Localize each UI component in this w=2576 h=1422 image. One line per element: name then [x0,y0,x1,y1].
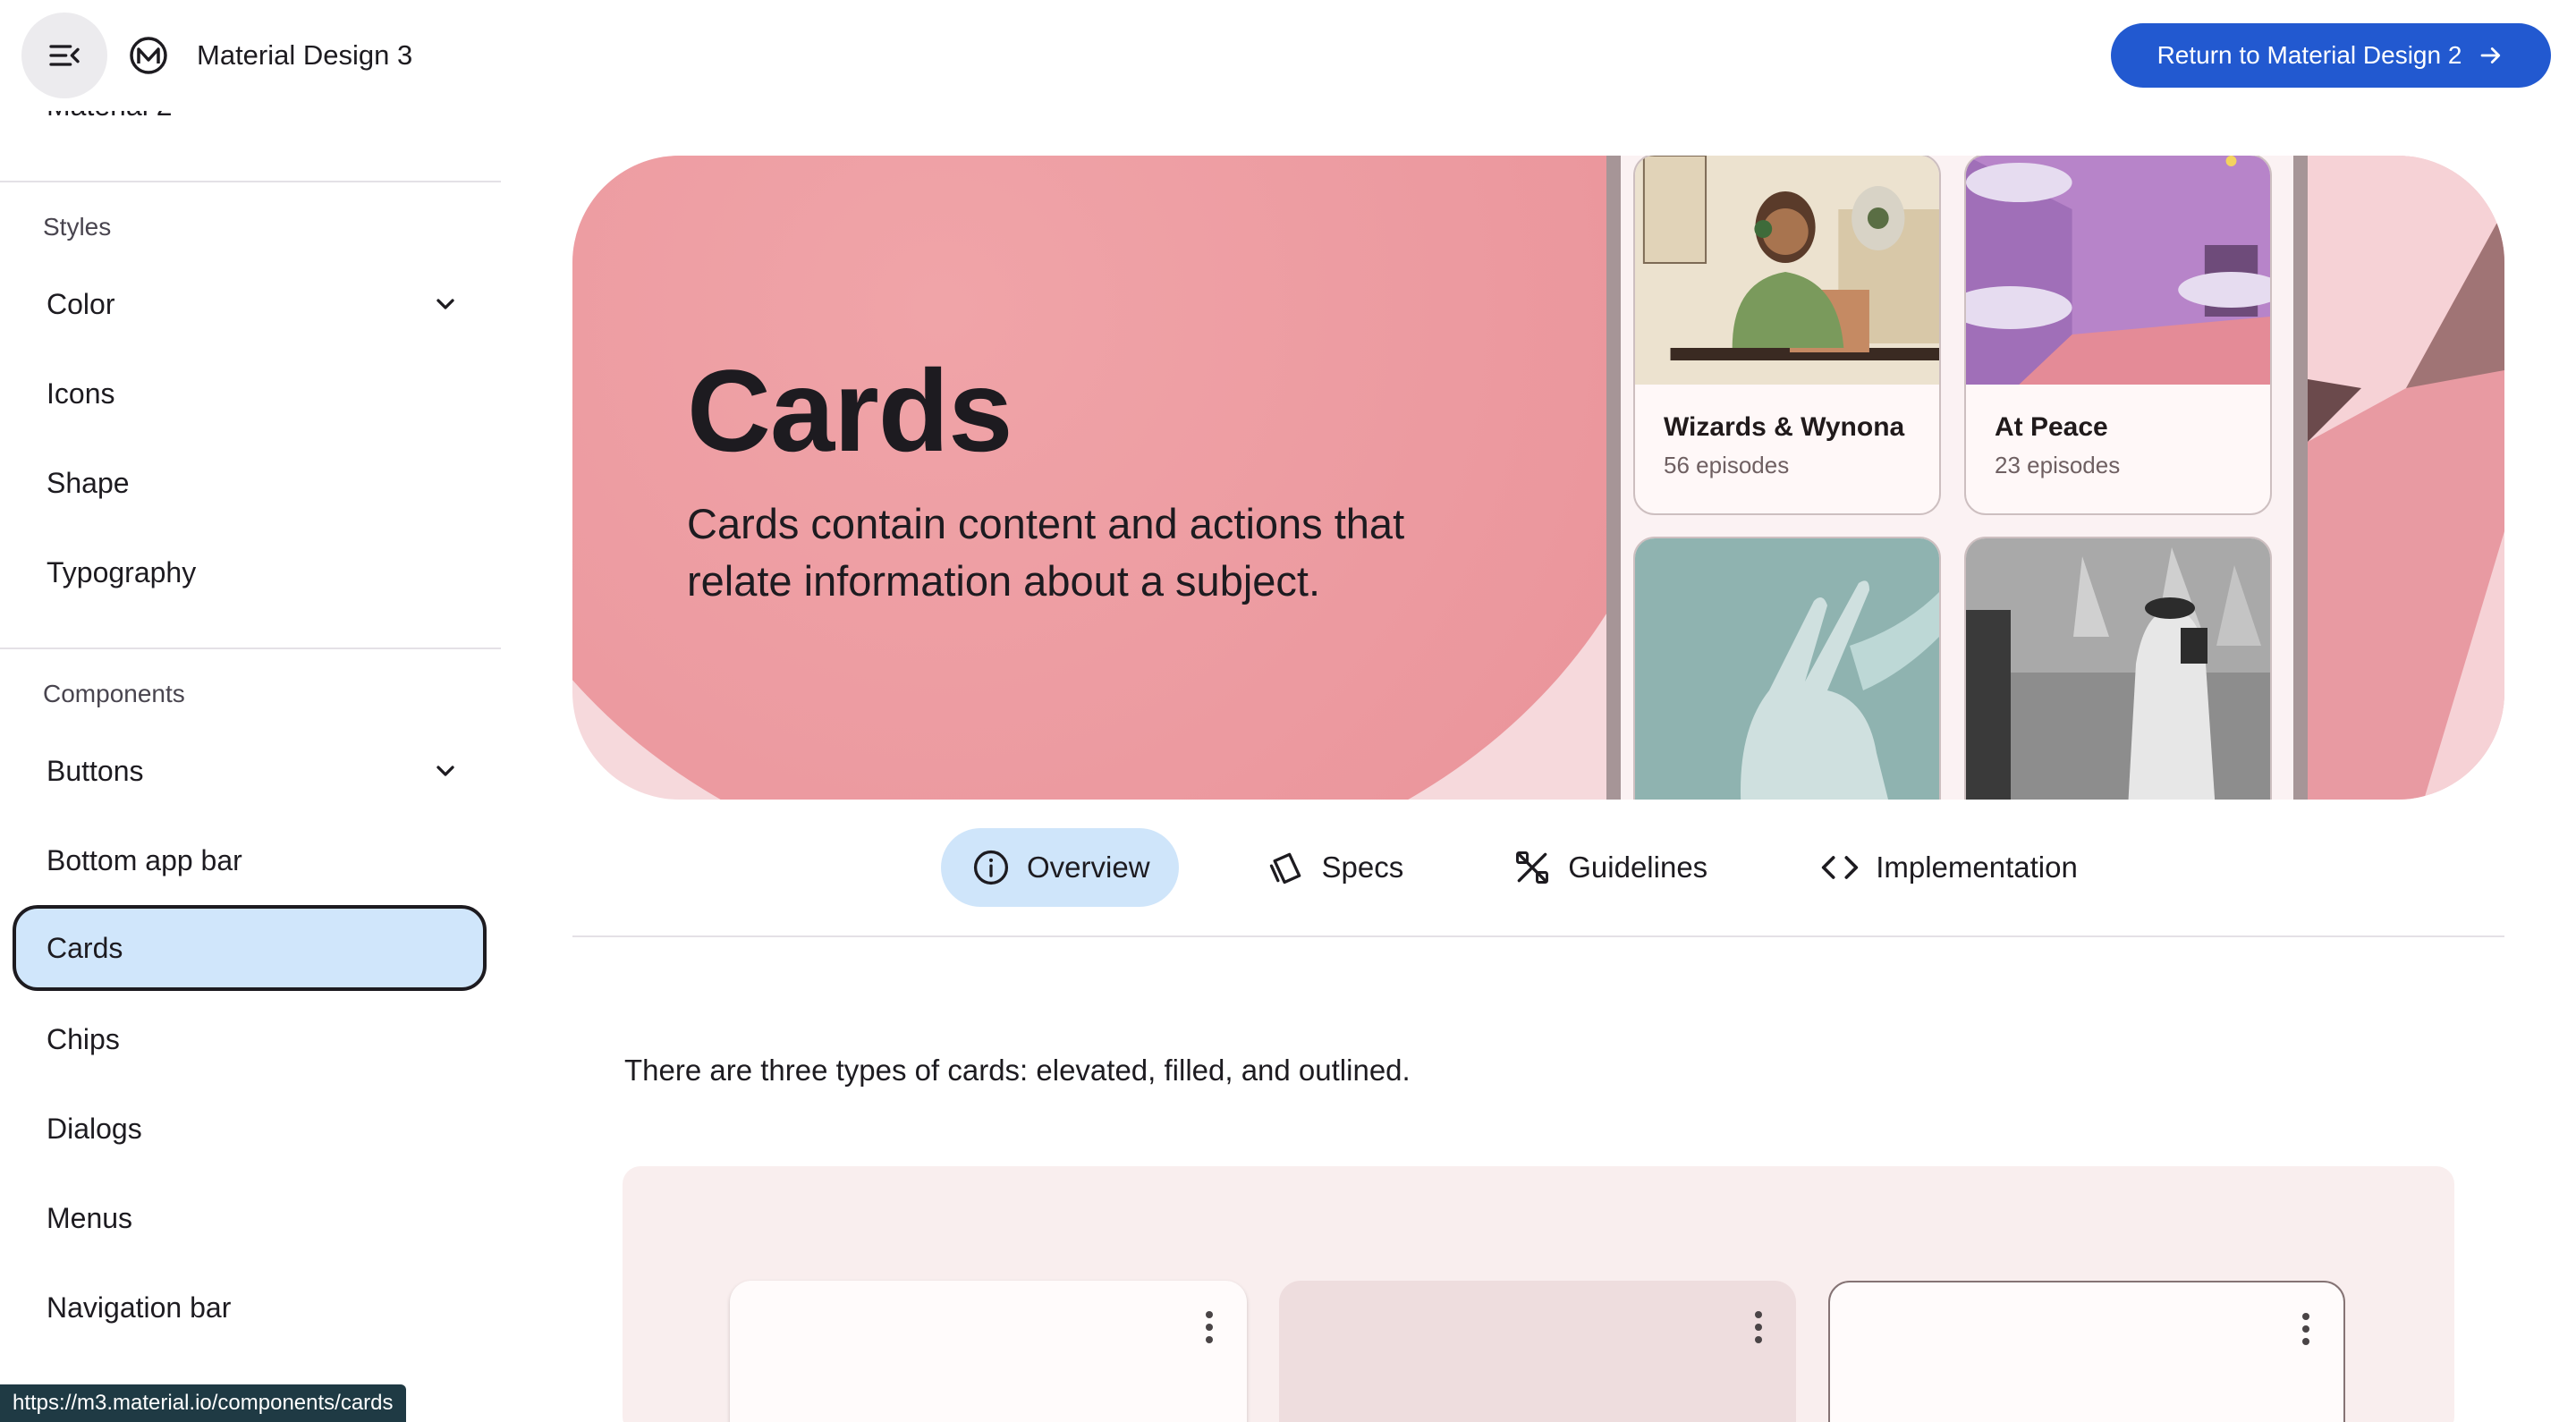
material-logo-icon[interactable] [129,36,168,75]
info-icon [973,850,1009,885]
sidebar-item-bottom-app-bar[interactable]: Bottom app bar [13,817,487,903]
section-label-styles: Styles [43,213,112,241]
hero-blob [572,156,1606,800]
sidebar-item-color[interactable]: Color [13,261,487,347]
top-app-bar: Material Design 3 Return to Material Des… [0,0,2576,111]
card-title: Wizards & Wynona [1664,412,1905,442]
link-status-bar: https://m3.material.io/components/cards [0,1384,406,1422]
sidebar-divider [0,181,501,182]
page-tabs: Overview Specs Guidelines Implementation [941,828,2106,907]
sidebar-item-label: Icons [47,377,115,410]
card-subtitle: 56 episodes [1664,452,1790,478]
sidebar-item-typography[interactable]: Typography [13,529,487,615]
section-label-components: Components [43,680,185,707]
sidebar-item-menus[interactable]: Menus [13,1175,487,1261]
tab-label: Guidelines [1568,851,1708,884]
sidebar-item-icons[interactable]: Icons [13,351,487,436]
tab-specs[interactable]: Specs [1236,828,1433,907]
example-card-wizards: Wizards & Wynona 56 episodes [1633,156,1941,515]
clouds-room-illustration [1966,156,2270,385]
navigation-drawer: Material 2 Styles Color Icons Shape Typo… [0,0,501,1422]
menu-toggle-button[interactable] [21,13,107,98]
tab-label: Overview [1027,851,1150,884]
return-to-md2-button[interactable]: Return to Material Design 2 [2111,23,2551,88]
sidebar-item-shape[interactable]: Shape [13,440,487,526]
sidebar-item-dialogs[interactable]: Dialogs [13,1086,487,1172]
tab-label: Implementation [1876,851,2078,884]
page-description: Cards contain content and actions that r… [687,500,1405,605]
tabs-divider [572,935,2504,937]
tab-guidelines[interactable]: Guidelines [1482,828,1736,907]
sailboats-photo-image [1966,538,2270,800]
sidebar-item-label: Menus [47,1201,133,1234]
podcast-host-illustration [1635,156,1939,385]
chevron-down-icon[interactable] [431,290,460,318]
sidebar-item-label: Navigation bar [47,1291,232,1324]
tab-overview[interactable]: Overview [941,828,1179,907]
sidebar-item-chips[interactable]: Chips [13,996,487,1082]
example-card-at-peace: At Peace 23 episodes [1964,156,2272,515]
sidebar-item-label: Dialogs [47,1112,142,1145]
filled-card[interactable] [1279,1281,1796,1422]
return-button-label: Return to Material Design 2 [2157,41,2462,69]
card-title: At Peace [1995,412,2108,442]
page-title: Cards [687,345,1013,476]
example-card-photo [1964,537,2272,800]
sidebar-item-label: Bottom app bar [47,843,242,876]
outlined-card[interactable] [1828,1281,2345,1422]
tab-label: Specs [1321,851,1404,884]
sidebar-item-label: Color [47,287,115,320]
menu-open-icon [49,45,80,66]
code-icon [1822,856,1859,879]
hero-banner: Cards Cards contain content and actions … [572,156,2504,800]
sidebar-item-label: Shape [47,466,130,499]
sidebar-item-navigation-bar[interactable]: Navigation bar [13,1265,487,1350]
sidebar-item-label: Cards [47,931,123,964]
elevated-card[interactable] [730,1281,1247,1422]
more-vert-icon[interactable] [2301,1311,2311,1347]
sidebar-item-label: Buttons [47,754,144,787]
chevron-down-icon[interactable] [431,757,460,785]
hand-sculpture-image [1635,538,1939,800]
more-vert-icon[interactable] [1753,1309,1764,1345]
specs-icon [1269,852,1301,885]
app-title[interactable]: Material Design 3 [197,36,412,75]
card-subtitle: 23 episodes [1995,452,2121,478]
sidebar-item-buttons[interactable]: Buttons [13,728,487,814]
tab-implementation[interactable]: Implementation [1790,828,2106,907]
sidebar-divider [0,648,501,649]
guidelines-icon [1516,851,1549,884]
sidebar-item-label: Typography [47,555,197,588]
sidebar-item-cards[interactable]: Cards [13,905,487,991]
hero-illustration [572,156,1606,800]
hero-side-illustration [2308,156,2504,800]
more-vert-icon[interactable] [1204,1309,1215,1345]
cards-example-panel: Wizards & Wynona 56 episodes At Peace 23… [1606,156,2308,800]
card-types-demo [623,1166,2454,1422]
intro-paragraph: There are three types of cards: elevated… [624,1054,1411,1087]
abstract-shape-image [2308,156,2504,800]
sidebar-item-label: Chips [47,1022,120,1055]
arrow-right-icon [2481,47,2501,63]
example-card-hand [1633,537,1941,800]
